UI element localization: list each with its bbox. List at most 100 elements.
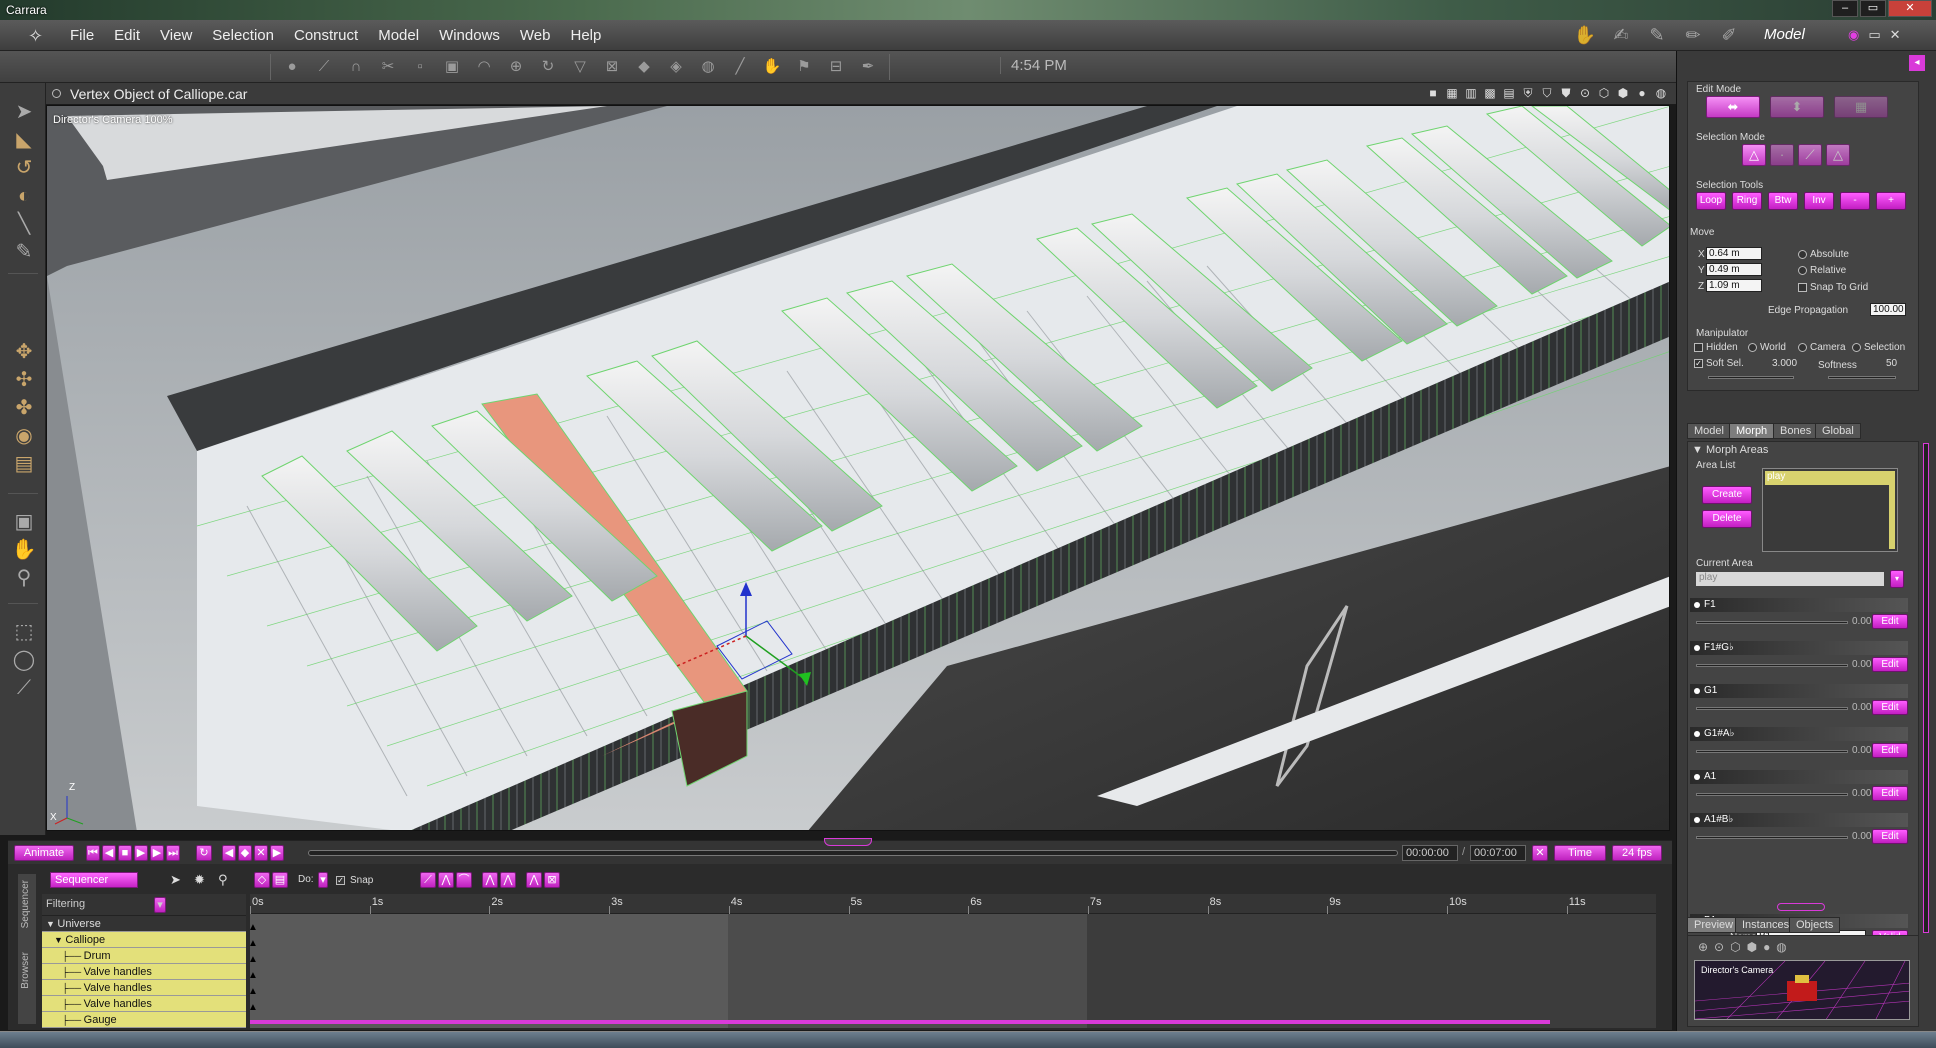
shrink-button[interactable]: - (1840, 192, 1870, 210)
expand-triangle-icon[interactable]: ▼ (46, 919, 57, 929)
tree-row[interactable]: ├── Valve handles (42, 980, 246, 996)
bridge-tool-icon[interactable]: ⊟ (823, 54, 849, 80)
morph-name[interactable]: A1 (1690, 770, 1908, 784)
current-time-field[interactable]: 00:00:00 (1402, 845, 1458, 861)
morph-areas-header[interactable]: ▼ Morph Areas (1692, 444, 1768, 456)
browser-tab[interactable]: Browser (20, 952, 31, 989)
menu-view[interactable]: View (150, 27, 202, 44)
sphere-tool-icon[interactable]: ● (279, 54, 305, 80)
restore-icon[interactable]: ▭ (1868, 27, 1880, 43)
edit-mode-vertex-button[interactable]: ⬌ (1706, 96, 1760, 118)
storyboard-room-icon[interactable]: ✎ (1642, 24, 1672, 48)
delete-area-button[interactable]: Delete (1702, 510, 1752, 528)
hidden-checkbox[interactable] (1694, 343, 1703, 352)
tab-morph[interactable]: Morph (1729, 423, 1775, 439)
x-field[interactable]: 0.64 m (1706, 247, 1762, 260)
globe-tool-icon[interactable]: ⊕ (503, 54, 529, 80)
prev-key-icon[interactable]: ◀ (222, 845, 236, 861)
area-list-scrollbar[interactable] (1889, 471, 1895, 549)
softness-slider[interactable] (1828, 376, 1896, 379)
go-end-icon[interactable]: ⏭ (166, 845, 180, 861)
line-tool-icon[interactable]: ╲ (10, 211, 38, 237)
tree-branch-icon[interactable]: ├── (62, 951, 84, 961)
morph-name[interactable]: F1 (1690, 598, 1908, 612)
select-line-icon[interactable]: ⟋ (1798, 144, 1822, 166)
morph-name[interactable]: G1 (1690, 684, 1908, 698)
menu-windows[interactable]: Windows (429, 27, 510, 44)
carrara-logo-icon[interactable]: ✧ (28, 26, 50, 46)
soft-sel-slider[interactable] (1708, 376, 1794, 379)
z-field[interactable]: 1.09 m (1706, 279, 1762, 292)
keyframe-marker[interactable]: ▲ (250, 938, 258, 949)
close-range-icon[interactable]: ✕ (1532, 845, 1548, 861)
preview-view-icons[interactable]: ⊕⊙⬡⬢●◍ (1698, 940, 1793, 954)
tree-row[interactable]: ▼ Universe (42, 916, 246, 932)
edge-propagation-field[interactable]: 100.00 (1870, 303, 1906, 316)
tree-row[interactable]: ├── Valve handles (42, 964, 246, 980)
delete-key-icon[interactable]: ✕ (254, 845, 268, 861)
four-view-icon[interactable]: ▩ (1483, 86, 1497, 100)
curve-out-icon[interactable]: ⋀ (500, 872, 516, 888)
tween-icon[interactable]: ◇ (254, 872, 270, 888)
box-tool-icon[interactable]: ▣ (439, 54, 465, 80)
model-room-icon[interactable]: ✍ (1606, 24, 1636, 48)
time-mode-select[interactable]: Time (1554, 845, 1606, 861)
curve-in-icon[interactable]: ⋀ (482, 872, 498, 888)
between-button[interactable]: Btw (1768, 192, 1798, 210)
tree-branch-icon[interactable]: ├── (62, 1015, 84, 1025)
step-forward-icon[interactable]: ▶ (150, 845, 164, 861)
tree-branch-icon[interactable]: ├── (62, 999, 84, 1009)
tab-bones[interactable]: Bones (1773, 423, 1819, 439)
curve-linear-icon[interactable]: ⟋ (420, 872, 436, 888)
move-camera-icon[interactable]: ✥ (10, 339, 38, 365)
sphere-icon[interactable]: ● (1635, 86, 1649, 100)
curve-smooth-icon[interactable]: ⌒ (456, 872, 472, 888)
curve-ease-icon[interactable]: ⋀ (438, 872, 454, 888)
range-bar[interactable] (250, 1020, 1550, 1024)
sequencer-view-select[interactable]: Sequencer (50, 872, 138, 888)
snap-checkbox[interactable]: ✓ (336, 876, 345, 885)
viewport-3d[interactable]: Director's Camera 100% Z X (46, 105, 1670, 831)
bounding-box-icon[interactable]: ⬡ (1597, 86, 1611, 100)
keyframe-marker[interactable]: ▲ (250, 1002, 258, 1013)
dolly-camera-icon[interactable]: ✤ (10, 395, 38, 421)
filtering-select[interactable]: ▾ (154, 897, 166, 913)
gear-icon[interactable]: ✹ (194, 872, 205, 888)
soft-sel-checkbox[interactable]: ✓ (1694, 359, 1703, 368)
edit-mode-edge-button[interactable]: ⬍ (1770, 96, 1824, 118)
pan-camera-icon[interactable]: ✣ (10, 367, 38, 393)
tab-preview[interactable]: Preview (1687, 917, 1741, 933)
create-area-button[interactable]: Create (1702, 486, 1752, 504)
play-icon[interactable]: ▶ (134, 845, 148, 861)
menu-model[interactable]: Model (368, 27, 429, 44)
assemble-room-icon[interactable]: ✋ (1570, 24, 1600, 48)
morph-scrollbar[interactable] (1923, 443, 1929, 933)
morph-edit-button[interactable]: Edit (1872, 657, 1908, 672)
world-radio[interactable] (1748, 343, 1757, 352)
relative-radio[interactable] (1798, 266, 1807, 275)
morph-edit-button[interactable]: Edit (1872, 700, 1908, 715)
wireframe-icon[interactable]: ▤ (1502, 86, 1516, 100)
morph-name[interactable]: F1#G♭ (1690, 641, 1908, 655)
dome-tool-icon[interactable]: ◠ (471, 54, 497, 80)
morph-slider[interactable] (1696, 621, 1848, 624)
texture-room-icon[interactable]: ✏ (1678, 24, 1708, 48)
area-list[interactable]: play (1762, 468, 1898, 552)
close-icon[interactable]: ✕ (1890, 27, 1901, 43)
key-icon[interactable]: ◆ (238, 845, 252, 861)
menu-file[interactable]: File (60, 27, 104, 44)
morph-slider[interactable] (1696, 836, 1848, 839)
selection-radio[interactable] (1852, 343, 1861, 352)
bounce-icon[interactable]: ⊠ (544, 872, 560, 888)
morph-edit-button[interactable]: Edit (1872, 786, 1908, 801)
invert-button[interactable]: Inv (1804, 192, 1834, 210)
oscillate-icon[interactable]: ⋀ (526, 872, 542, 888)
render-room-icon[interactable]: ✐ (1714, 24, 1744, 48)
expand-triangle-icon[interactable]: ▼ (54, 935, 65, 945)
morph-edit-button[interactable]: Edit (1872, 743, 1908, 758)
menu-help[interactable]: Help (561, 27, 612, 44)
morph-slider[interactable] (1696, 793, 1848, 796)
select-vertex-icon[interactable]: △ (1742, 144, 1766, 166)
flag-tool-icon[interactable]: ⚑ (791, 54, 817, 80)
select-poly-icon[interactable]: △ (1826, 144, 1850, 166)
